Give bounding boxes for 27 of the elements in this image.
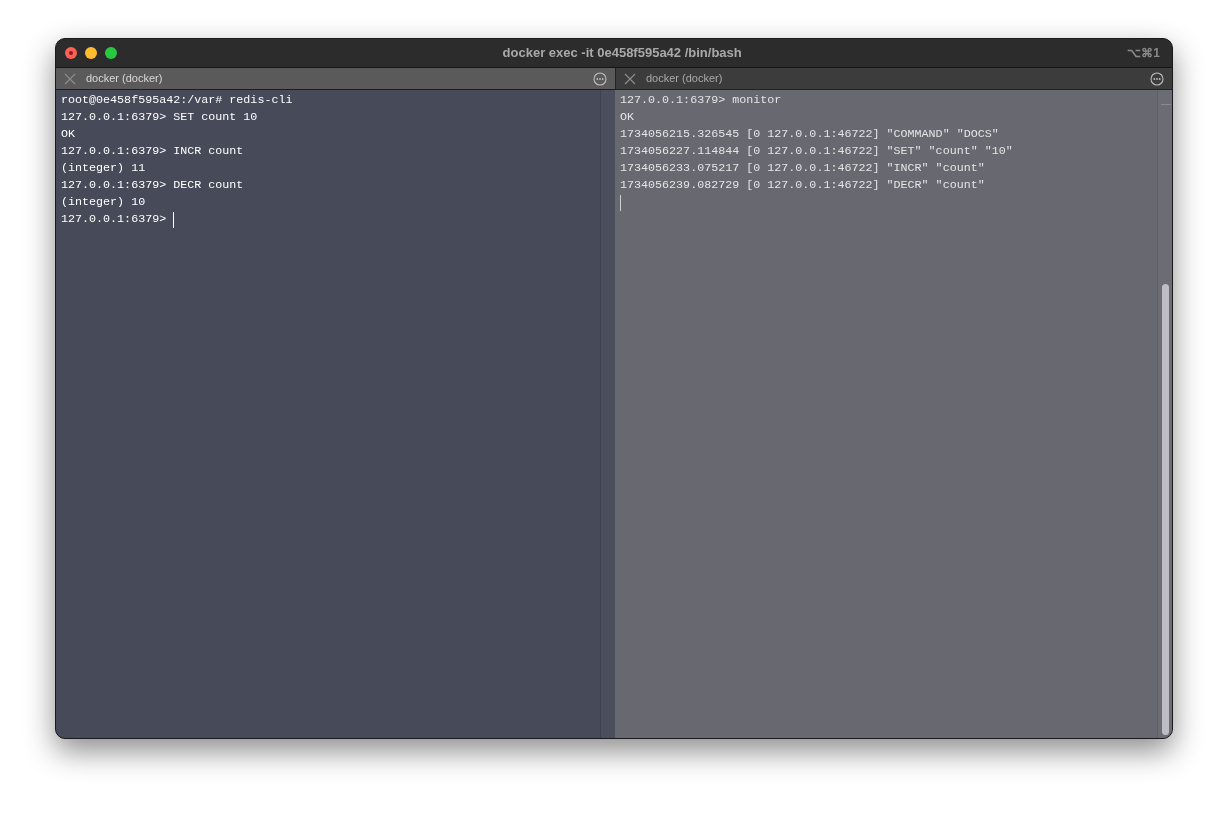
terminal-line: (integer) 10 — [61, 194, 146, 211]
more-icon[interactable] — [1150, 71, 1164, 86]
terminal-line: 127.0.0.1:6379> DECR count — [61, 177, 244, 194]
minimize-button[interactable] — [85, 47, 97, 59]
tab-label: docker (docker) — [646, 71, 723, 87]
terminal-line: 127.0.0.1:6379> — [61, 211, 168, 228]
window-title: docker exec -it 0e458f595a42 /bin/bash — [502, 44, 742, 63]
terminal-line: 1734056239.082729 [0 127.0.0.1:46722] "DECR" "count" — [620, 177, 985, 194]
zoom-button[interactable] — [105, 47, 117, 59]
terminal-line: 1734056215.326545 [0 127.0.0.1:46722] "COMMAND" "DOCS" — [620, 126, 999, 143]
terminal-line: OK — [61, 126, 76, 143]
terminal-line: 127.0.0.1:6379> INCR count — [61, 143, 244, 160]
close-icon[interactable] — [624, 72, 636, 85]
terminal-line: 127.0.0.1:6379> SET count 10 — [61, 109, 258, 126]
terminal-line: 127.0.0.1:6379> monitor — [620, 92, 782, 109]
close-button[interactable] — [65, 47, 77, 59]
shortcut-label: ⌥⌘1 — [1127, 45, 1160, 62]
terminal-line: OK — [620, 109, 635, 126]
terminal-line: 1734056233.075217 [0 127.0.0.1:46722] "INCR" "count" — [620, 160, 985, 177]
scrollbar-thumb[interactable] — [1162, 284, 1169, 735]
tab-label: docker (docker) — [86, 71, 163, 87]
more-icon[interactable] — [593, 71, 607, 86]
pane-tab[interactable]: docker (docker) — [615, 68, 1172, 90]
terminal-line: (integer) 11 — [61, 160, 146, 177]
terminal-line: 1734056227.114844 [0 127.0.0.1:46722] "SET" "count" "10" — [620, 143, 1013, 160]
terminal-line: root@0e458f595a42:/var# redis-cli — [61, 92, 293, 109]
pane-tab[interactable]: docker (docker) — [56, 68, 615, 90]
